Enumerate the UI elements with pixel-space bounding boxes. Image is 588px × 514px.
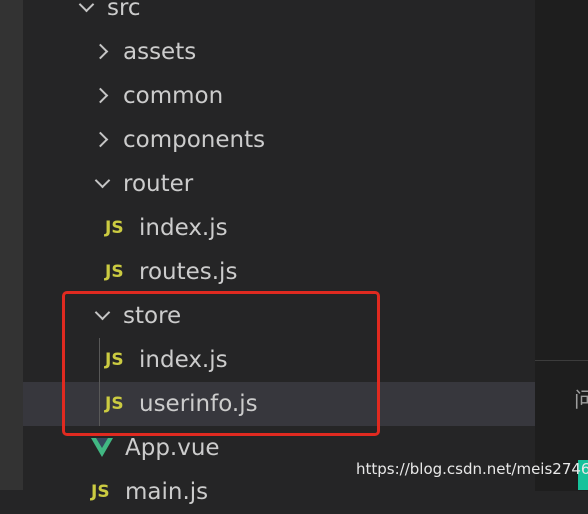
chevron-right-icon (91, 40, 115, 64)
tree-folder-src[interactable]: src (23, 0, 535, 30)
tree-folder-components[interactable]: components (23, 118, 535, 162)
tree-file-label: App.vue (125, 435, 220, 461)
javascript-file-icon: JS (105, 218, 124, 238)
tree-folder-label: components (123, 127, 266, 153)
tree-file-router-routes[interactable]: JS routes.js (23, 250, 535, 294)
watermark-url: https://blog.csdn.net/meis27461 (356, 460, 588, 478)
chevron-down-icon (91, 172, 115, 196)
tree-folder-router[interactable]: router (23, 162, 535, 206)
vue-file-icon (91, 436, 125, 460)
javascript-file-icon: JS (105, 262, 124, 282)
tree-folder-assets[interactable]: assets (23, 30, 535, 74)
activity-bar (0, 0, 23, 490)
tree-folder-label: assets (123, 39, 197, 65)
chevron-right-icon (91, 84, 115, 108)
tree-file-label: index.js (139, 215, 228, 241)
tree-file-label: routes.js (139, 259, 238, 285)
tree-folder-label: router (123, 171, 194, 197)
tree-file-label: main.js (125, 479, 209, 505)
tree-folder-common[interactable]: common (23, 74, 535, 118)
tree-folder-label: common (123, 83, 224, 109)
tree-folder-label: src (107, 0, 141, 21)
chevron-down-icon (75, 0, 99, 20)
tree-file-router-index[interactable]: JS index.js (23, 206, 535, 250)
javascript-file-icon: JS (91, 482, 110, 502)
highlight-annotation-box (62, 291, 380, 436)
chevron-right-icon (91, 128, 115, 152)
panel-tab-problems[interactable]: 问 (574, 384, 588, 414)
